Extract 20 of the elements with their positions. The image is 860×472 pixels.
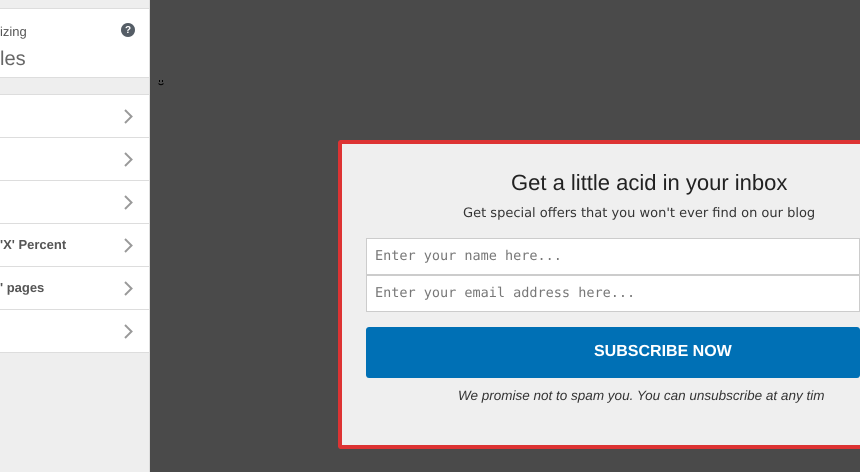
name-field[interactable]: Enter your name here... (366, 238, 860, 275)
chevron-icon (124, 324, 133, 338)
section-caption: izing (0, 23, 27, 41)
popup-title: Get a little acid in your inbox (511, 170, 788, 196)
chevron-icon (124, 108, 133, 124)
help-icon[interactable]: ? (121, 23, 135, 37)
privacy-note: We promise not to spam you. You can unsubscribe at any tim (458, 386, 826, 405)
menu-item[interactable]: 'X' Percent (0, 224, 149, 267)
chevron-icon (124, 194, 133, 210)
chevron-icon (124, 280, 133, 296)
menu-item[interactable]: ' pages (0, 267, 149, 310)
chevron-icon (124, 238, 133, 252)
subscribe-button[interactable]: SUBSCRIBE NOW (366, 326, 860, 378)
popup-subtitle: Get special offers that you won't ever find on our blog (463, 205, 816, 224)
chevron-icon (124, 152, 133, 166)
section-title: les (0, 47, 26, 72)
menu-item-label: 'X' Percent (0, 236, 66, 254)
smiley-icon (158, 80, 164, 86)
email-field[interactable]: Enter your email address here... (366, 274, 860, 312)
menu-item-label: ' pages (0, 279, 44, 298)
